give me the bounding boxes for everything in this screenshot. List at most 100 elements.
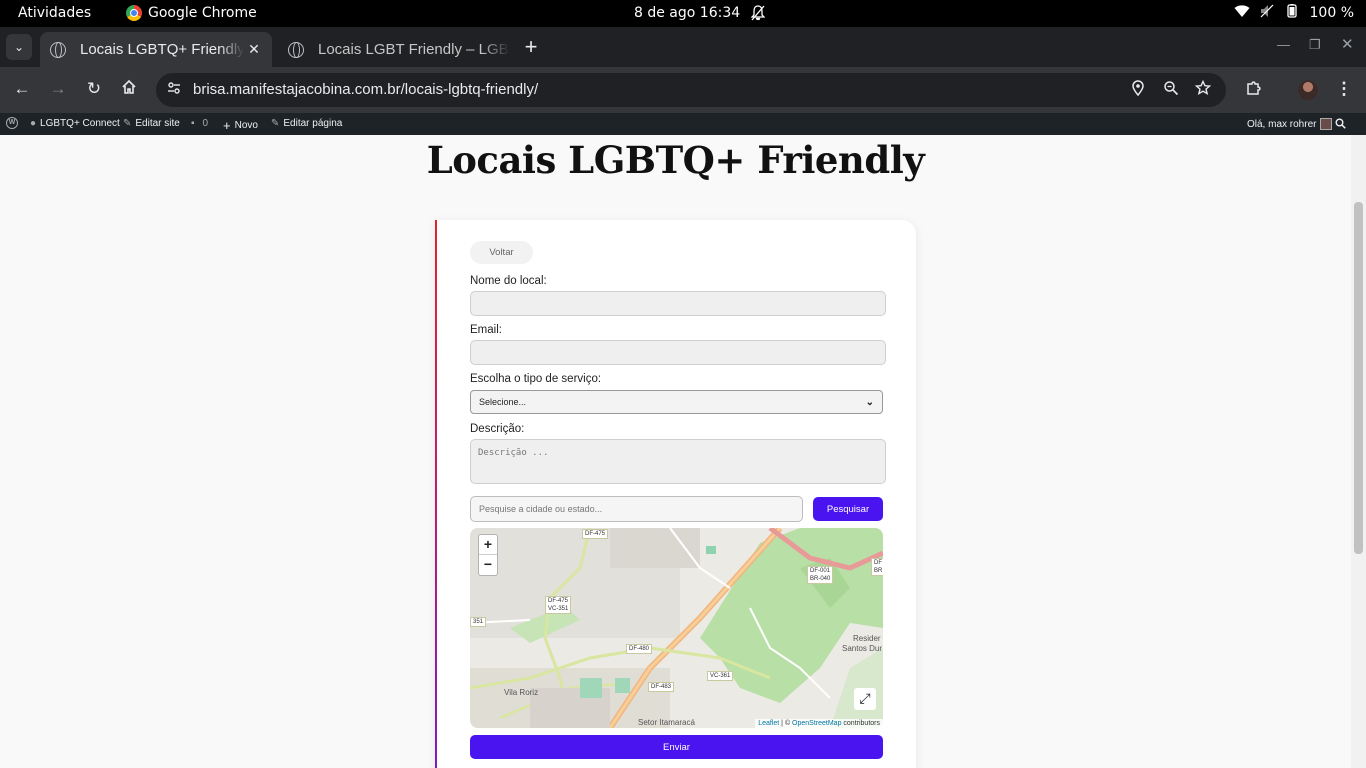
map-label-vila-roriz: Vila Roriz — [504, 688, 539, 697]
new-tab-button[interactable]: + — [520, 36, 542, 58]
wp-greeting: Olá, max rohrer — [1247, 118, 1317, 130]
city-search-placeholder: Pesquise a cidade ou estado... — [479, 504, 603, 514]
pencil-icon: ✎ — [271, 118, 280, 129]
city-search-input[interactable]: Pesquise a cidade ou estado... — [470, 496, 803, 522]
close-window-icon[interactable]: ✕ — [1341, 35, 1354, 53]
browser-toolbar: ← → ↻ brisa.manifestajacobina.com.br/loc… — [0, 67, 1366, 113]
wp-search-icon[interactable] — [1335, 118, 1346, 129]
bookmark-star-icon[interactable] — [1194, 79, 1212, 100]
reload-icon[interactable]: ↻ — [83, 79, 105, 99]
wifi-icon — [1234, 4, 1250, 22]
tab-search-button[interactable]: ⌄ — [6, 34, 32, 60]
tab-title: Locais LGBT Friendly – LGBTQ+ Connect — [318, 41, 510, 58]
road-label-df475: DF-475 — [582, 529, 609, 539]
url-text: brisa.manifestajacobina.com.br/locais-lg… — [193, 81, 539, 98]
profile-avatar[interactable] — [1298, 80, 1318, 100]
wp-edit-page-label: Editar página — [283, 118, 343, 129]
home-icon[interactable] — [118, 79, 140, 100]
page-title: Locais LGBTQ+ Friendly — [426, 138, 925, 182]
wp-edit-page[interactable]: ✎ Editar página — [271, 118, 342, 129]
tab-close-icon[interactable]: ✕ — [244, 41, 264, 58]
zoom-icon[interactable] — [1163, 80, 1179, 100]
wp-comments-count: 0 — [202, 118, 209, 129]
card-accent-border — [435, 220, 437, 768]
email-input[interactable] — [470, 340, 886, 365]
leaflet-link[interactable]: Leaflet — [758, 720, 779, 727]
minimize-window-icon[interactable]: — — [1277, 37, 1290, 52]
name-label: Nome do local: — [470, 275, 547, 287]
site-info-icon[interactable] — [166, 80, 182, 99]
road-label-df-br: DF BR — [871, 558, 883, 576]
page-scrollbar[interactable] — [1351, 135, 1366, 768]
fullscreen-button[interactable]: ⤢ — [854, 688, 876, 710]
more-menu-icon[interactable]: ⋮ — [1333, 79, 1355, 99]
tab-strip: ⌄ Locais LGBTQ+ Friendly – LGBTQ+ Connec… — [0, 27, 1366, 67]
map[interactable]: DF-475 DF-475 VC-351 351 DF-480 DF-483 V… — [470, 528, 883, 728]
forward-arrow-icon[interactable]: → — [47, 79, 69, 99]
globe-icon — [50, 41, 66, 58]
battery-level: 100 % — [1309, 5, 1354, 21]
service-type-selected: Selecione... — [479, 397, 527, 407]
extensions-icon[interactable] — [1243, 79, 1265, 102]
wordpress-icon: W — [6, 117, 18, 129]
system-top-bar: Atividades Google Chrome 8 de ago 16:34 … — [0, 0, 1366, 27]
wp-logo-menu[interactable]: W — [6, 117, 18, 129]
road-label-df475-vc351: DF-475 VC-351 — [545, 596, 572, 614]
tab-title: Locais LGBTQ+ Friendly – LGBTQ+ Connect — [80, 41, 244, 58]
map-label-residencial: Resider — [853, 634, 881, 643]
name-input[interactable] — [470, 291, 886, 316]
battery-icon — [1284, 4, 1300, 22]
system-tray[interactable]: 100 % — [1234, 4, 1354, 22]
road-label-vc361: VC-361 — [707, 671, 734, 681]
plus-icon: + — [524, 34, 538, 59]
location-pin-icon[interactable] — [1131, 80, 1145, 100]
location-form-card: Voltar Nome do local: Email: Escolha o t… — [435, 220, 916, 768]
osm-link[interactable]: OpenStreetMap — [792, 720, 841, 727]
road-label-df001-br040: DF-001 BR-040 — [807, 566, 834, 584]
email-label: Email: — [470, 324, 502, 336]
address-bar[interactable]: brisa.manifestajacobina.com.br/locais-lg… — [156, 73, 1226, 107]
app-name: Google Chrome — [148, 5, 257, 21]
wp-edit-site[interactable]: ✎ Editar site — [123, 118, 180, 129]
description-textarea[interactable]: Descrição ... — [470, 439, 886, 484]
attribution-suffix: contributors — [841, 720, 880, 727]
search-button[interactable]: Pesquisar — [813, 497, 883, 521]
map-attribution: Leaflet | © OpenStreetMap contributors — [755, 719, 883, 728]
wp-new[interactable]: + Novo — [223, 118, 258, 133]
wp-site-name-label: LGBTQ+ Connect — [40, 118, 120, 129]
globe-icon — [288, 41, 304, 58]
back-button[interactable]: Voltar — [470, 241, 533, 264]
avatar — [1320, 118, 1333, 130]
road-label-351: 351 — [470, 617, 487, 627]
volume-muted-icon — [1260, 4, 1274, 22]
description-placeholder: Descrição ... — [478, 448, 549, 458]
back-arrow-icon[interactable]: ← — [11, 79, 33, 99]
service-type-label: Escolha o tipo de serviço: — [470, 373, 602, 385]
map-zoom-control: + − — [478, 534, 498, 576]
maximize-window-icon[interactable]: ❐ — [1309, 37, 1321, 53]
zoom-in-button[interactable]: + — [479, 535, 497, 555]
zoom-out-button[interactable]: − — [479, 555, 497, 575]
map-label-santos-dumont: Santos Dur — [842, 644, 883, 653]
chevron-down-icon: ⌄ — [865, 396, 874, 408]
submit-button[interactable]: Enviar — [470, 735, 883, 759]
tab-locais-lgbt-friendly[interactable]: Locais LGBT Friendly – LGBTQ+ Connect — [278, 32, 510, 67]
road-label-df480: DF-480 — [626, 644, 653, 654]
chevron-down-icon: ⌄ — [13, 40, 25, 54]
wp-new-label: Novo — [234, 120, 258, 131]
wp-comments[interactable]: ▪ 0 — [191, 118, 208, 129]
wp-admin-bar: W ● LGBTQ+ Connect ✎ Editar site ▪ 0 + N… — [0, 113, 1366, 135]
expand-icon: ⤢ — [859, 691, 871, 707]
plus-icon: + — [223, 118, 231, 133]
wp-my-account[interactable]: Olá, max rohrer — [1247, 118, 1333, 130]
tab-locais-lgbtq-friendly[interactable]: Locais LGBTQ+ Friendly – LGBTQ+ Connect … — [40, 32, 272, 67]
clock[interactable]: 8 de ago 16:34 — [634, 5, 740, 21]
activities-button[interactable]: Atividades — [18, 5, 91, 21]
map-tiles — [470, 528, 883, 728]
service-type-select[interactable]: Selecione... ⌄ — [470, 390, 883, 414]
app-menu[interactable]: Google Chrome — [126, 5, 257, 21]
page-content: Locais LGBTQ+ Friendly Voltar Nome do lo… — [0, 135, 1351, 768]
scrollbar-thumb[interactable] — [1354, 202, 1363, 554]
wp-site-name[interactable]: ● LGBTQ+ Connect — [30, 118, 120, 129]
description-label: Descrição: — [470, 423, 525, 435]
